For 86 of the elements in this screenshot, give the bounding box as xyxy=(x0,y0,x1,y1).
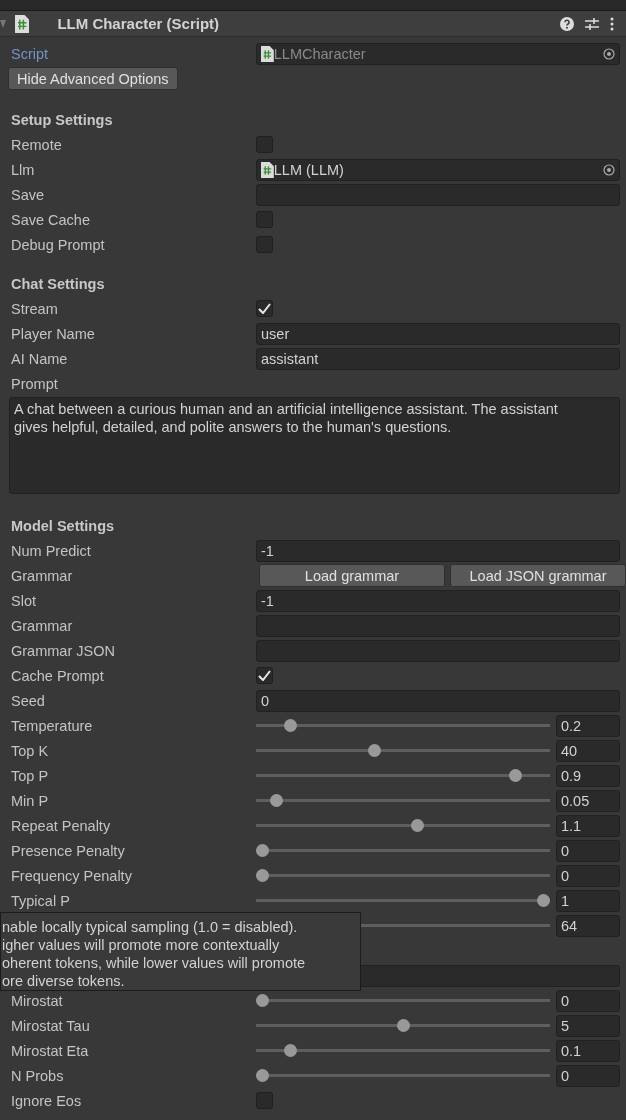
script-file-icon xyxy=(261,45,274,62)
field-label: Num Predict xyxy=(11,542,92,559)
field-label: Save Cache xyxy=(11,211,91,228)
checkbox[interactable] xyxy=(256,211,273,228)
slider-thumb[interactable] xyxy=(256,844,269,857)
number-field[interactable]: 0.1 xyxy=(556,1039,620,1062)
prompt-text-area[interactable]: A chat between a curious human and an artificial intelligence assistant. The assistant gives helpful, detailed, and polite answers to the human's questions. xyxy=(9,397,620,494)
field-label: Typical P xyxy=(11,892,71,909)
slider-thumb[interactable] xyxy=(284,719,298,732)
number-field[interactable]: 1 xyxy=(556,889,620,912)
target-picker-icon[interactable] xyxy=(603,47,615,60)
number-field[interactable]: 0 xyxy=(556,864,620,887)
field-label: Cache Prompt xyxy=(11,667,105,684)
slider-thumb[interactable] xyxy=(256,1069,269,1082)
field-label: Temperature xyxy=(11,717,94,734)
input-field[interactable]: user xyxy=(256,322,620,345)
checkbox[interactable] xyxy=(256,136,273,153)
input-field[interactable]: assistant xyxy=(256,347,620,370)
slider-thumb[interactable] xyxy=(284,1044,298,1057)
field-label: Seed xyxy=(11,692,46,709)
field-label: Presence Penalty xyxy=(11,842,126,859)
number-field[interactable]: 0.05 xyxy=(556,789,620,812)
input-field[interactable]: 0 xyxy=(256,689,620,712)
input-field[interactable]: -1 xyxy=(256,539,620,562)
number-field[interactable]: 0 xyxy=(556,839,620,862)
checkbox[interactable] xyxy=(256,667,273,684)
object-field: LLMCharacter xyxy=(256,42,620,65)
field-label: AI Name xyxy=(11,350,69,367)
field-label: Top P xyxy=(11,767,50,784)
more-options-icon[interactable] xyxy=(610,16,614,31)
presets-sliders-icon[interactable] xyxy=(585,16,599,31)
section-heading: Chat Settings xyxy=(11,274,106,294)
number-field[interactable]: 5 xyxy=(556,1014,620,1037)
slider-thumb[interactable] xyxy=(270,794,284,807)
load-button[interactable]: Load grammar xyxy=(259,564,445,587)
field-label: Repeat Penalty xyxy=(11,817,112,834)
field-label: Prompt xyxy=(11,375,59,392)
field-label: Save xyxy=(11,186,46,203)
collapse-triangle-icon[interactable] xyxy=(0,19,6,28)
field-label: Top K xyxy=(11,742,50,759)
field-label: Slot xyxy=(11,592,37,609)
target-picker-icon[interactable] xyxy=(603,163,615,176)
number-field[interactable]: 0.9 xyxy=(556,764,620,787)
number-field[interactable]: 64 xyxy=(556,914,620,937)
field-label: Ignore Eos xyxy=(11,1092,83,1109)
field-label: Mirostat xyxy=(11,992,64,1009)
field-label: Mirostat Tau xyxy=(11,1017,91,1034)
slider-thumb[interactable] xyxy=(256,869,269,882)
script-file-icon xyxy=(15,14,30,33)
number-field[interactable]: 1.1 xyxy=(556,814,620,837)
hide-advanced-options-button[interactable]: Hide Advanced Options xyxy=(8,67,178,90)
slider-thumb[interactable] xyxy=(508,769,522,782)
slider-thumb[interactable] xyxy=(410,819,424,832)
checkbox[interactable] xyxy=(256,1092,273,1109)
field-label: Llm xyxy=(11,161,36,178)
field-label: Grammar xyxy=(11,567,74,584)
section-heading: Model Settings xyxy=(11,516,116,536)
checkbox[interactable] xyxy=(256,300,273,317)
field-label: N Probs xyxy=(11,1067,65,1084)
hint-tooltip: nable locally typical sampling (1.0 = disabled). igher values will promote more contextually oherent tokens, while lower values will promote ore diverse tokens. xyxy=(0,912,361,991)
field-label: Debug Prompt xyxy=(11,236,106,253)
input-field[interactable]: -1 xyxy=(256,589,620,612)
field-label: Min P xyxy=(11,792,50,809)
field-label: Remote xyxy=(11,136,63,153)
load-button[interactable]: Load JSON grammar xyxy=(450,564,626,587)
number-field[interactable]: 0 xyxy=(556,1064,620,1087)
slider-thumb[interactable] xyxy=(537,894,550,907)
slider-thumb[interactable] xyxy=(256,994,269,1007)
field-label: Grammar JSON xyxy=(11,642,116,659)
field-label: Mirostat Eta xyxy=(11,1042,90,1059)
object-field[interactable]: LLM (LLM) xyxy=(256,158,620,181)
help-icon[interactable] xyxy=(560,16,574,31)
field-label: Script xyxy=(11,45,50,62)
field-label: Frequency Penalty xyxy=(11,867,133,884)
slider-thumb[interactable] xyxy=(396,1019,410,1032)
number-field[interactable]: 40 xyxy=(556,739,620,762)
number-field[interactable]: 0.2 xyxy=(556,714,620,737)
section-heading: Setup Settings xyxy=(11,110,114,130)
script-file-icon xyxy=(261,161,274,178)
field-label: Stream xyxy=(11,300,59,317)
field-label: Grammar xyxy=(11,617,74,634)
component-title: LLM Character (Script) xyxy=(57,15,221,32)
checkbox[interactable] xyxy=(256,236,273,253)
number-field[interactable]: 0 xyxy=(556,989,620,1012)
field-label: Player Name xyxy=(11,325,96,342)
slider-thumb[interactable] xyxy=(368,744,382,757)
